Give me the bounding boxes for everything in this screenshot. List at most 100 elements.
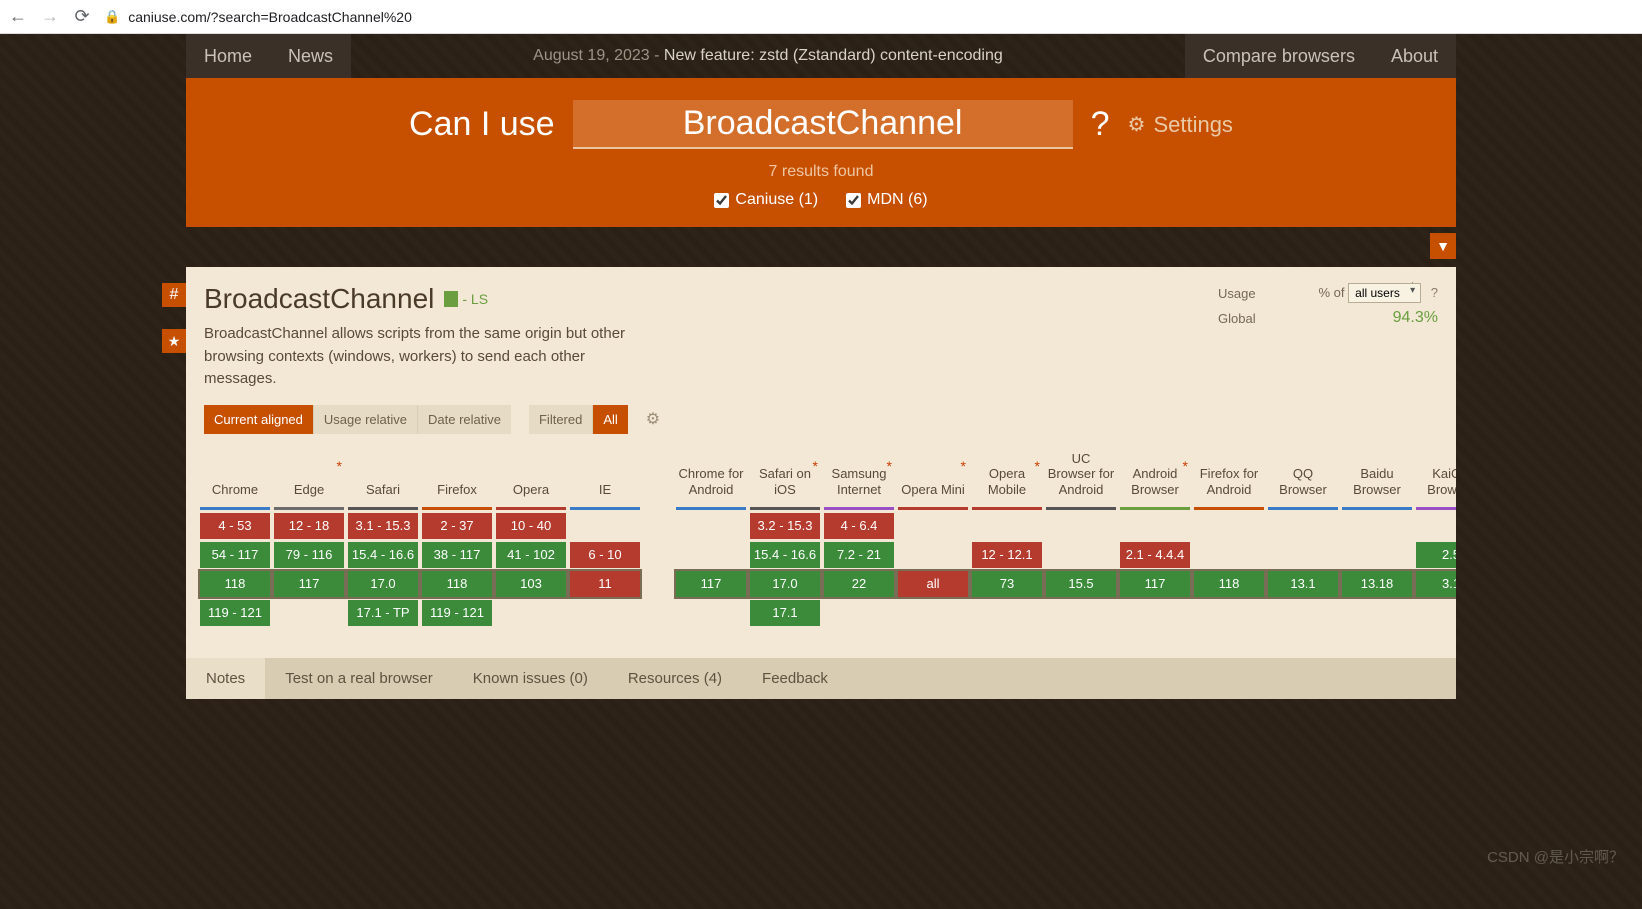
usage-select[interactable]: all users: [1348, 283, 1421, 303]
nav-compare[interactable]: Compare browsers: [1185, 34, 1373, 78]
version-cell[interactable]: 2 - 37: [422, 513, 492, 539]
tab-test[interactable]: Test on a real browser: [265, 658, 453, 699]
version-cell: [1268, 600, 1338, 626]
tab-feedback[interactable]: Feedback: [742, 658, 848, 699]
filter-mdn[interactable]: MDN (6): [846, 191, 927, 209]
version-cell[interactable]: 7.2 - 21: [824, 542, 894, 568]
browser-header[interactable]: Opera Mini*: [898, 444, 968, 504]
version-cell[interactable]: 4 - 6.4: [824, 513, 894, 539]
back-button[interactable]: ←: [8, 6, 28, 27]
browser-header[interactable]: Opera: [496, 444, 566, 504]
version-cell[interactable]: 38 - 117: [422, 542, 492, 568]
version-cell[interactable]: 4 - 53: [200, 513, 270, 539]
version-cell[interactable]: 15.4 - 16.6: [750, 542, 820, 568]
version-cell[interactable]: 73: [972, 571, 1042, 597]
version-cell[interactable]: 118: [1194, 571, 1264, 597]
browser-column: Chrome for Android 117: [676, 444, 746, 626]
tab-issues[interactable]: Known issues (0): [453, 658, 608, 699]
url-bar[interactable]: 🔒 caniuse.com/?search=BroadcastChannel%2…: [104, 9, 412, 25]
browser-header[interactable]: QQ Browser: [1268, 444, 1338, 504]
browser-header[interactable]: KaiOS Browser: [1416, 444, 1456, 504]
browser-header[interactable]: Chrome: [200, 444, 270, 504]
lock-icon: 🔒: [104, 9, 120, 25]
browser-header[interactable]: Firefox for Android: [1194, 444, 1264, 504]
version-cell[interactable]: 118: [422, 571, 492, 597]
browser-header[interactable]: Samsung Internet*: [824, 444, 894, 504]
forward-button[interactable]: →: [40, 6, 60, 27]
version-cell[interactable]: 11: [570, 571, 640, 597]
browser-header[interactable]: Safari: [348, 444, 418, 504]
reload-button[interactable]: ⟳: [72, 6, 92, 27]
version-cell[interactable]: 3.1: [1416, 571, 1456, 597]
nav-news[interactable]: News: [270, 34, 351, 78]
version-cell: [972, 513, 1042, 539]
version-cell[interactable]: 17.1: [750, 600, 820, 626]
btn-all[interactable]: All: [593, 405, 627, 434]
filter-icon[interactable]: ▼: [1430, 233, 1456, 259]
version-cell[interactable]: 41 - 102: [496, 542, 566, 568]
browser-header[interactable]: IE: [570, 444, 640, 504]
version-cell[interactable]: 117: [676, 571, 746, 597]
btn-current-aligned[interactable]: Current aligned: [204, 405, 314, 434]
hero-prefix: Can I use: [409, 105, 555, 144]
nav-home[interactable]: Home: [186, 34, 270, 78]
version-cell[interactable]: 12 - 12.1: [972, 542, 1042, 568]
filter-caniuse[interactable]: Caniuse (1): [714, 191, 818, 209]
usage-box: Usage % of all users ? Global 94.3%: [1218, 283, 1438, 333]
version-cell[interactable]: 22: [824, 571, 894, 597]
browser-header[interactable]: Chrome for Android: [676, 444, 746, 504]
version-cell[interactable]: 12 - 18: [274, 513, 344, 539]
browser-column: Safari 3.1 - 15.3 15.4 - 16.6 17.0 17.1 - TP: [348, 444, 418, 626]
version-cell[interactable]: 54 - 117: [200, 542, 270, 568]
news-bar[interactable]: August 19, 2023 - New feature: zstd (Zst…: [351, 47, 1185, 65]
global-pct: 94.3%: [1393, 309, 1438, 327]
browser-header[interactable]: UC Browser for Android: [1046, 444, 1116, 504]
version-cell[interactable]: 15.4 - 16.6: [348, 542, 418, 568]
browser-header[interactable]: Baidu Browser: [1342, 444, 1412, 504]
view-settings-icon[interactable]: ⚙: [646, 409, 660, 429]
browser-header[interactable]: Firefox: [422, 444, 492, 504]
btn-filtered[interactable]: Filtered: [529, 405, 593, 434]
version-cell[interactable]: 15.5: [1046, 571, 1116, 597]
version-cell[interactable]: 17.1 - TP: [348, 600, 418, 626]
version-cell[interactable]: 118: [200, 571, 270, 597]
version-cell[interactable]: 13.1: [1268, 571, 1338, 597]
version-cell[interactable]: 13.18: [1342, 571, 1412, 597]
hash-link[interactable]: #: [162, 283, 186, 307]
version-cell[interactable]: 3.1 - 15.3: [348, 513, 418, 539]
version-cell[interactable]: all: [898, 571, 968, 597]
version-cell: [824, 600, 894, 626]
browser-header[interactable]: Android Browser*: [1120, 444, 1190, 504]
settings-link[interactable]: ⚙ Settings: [1128, 112, 1233, 138]
version-cell[interactable]: 117: [1120, 571, 1190, 597]
ls-badge[interactable]: - LS: [444, 291, 488, 307]
version-cell[interactable]: 117: [274, 571, 344, 597]
nav-about[interactable]: About: [1373, 34, 1456, 78]
browser-header[interactable]: Edge*: [274, 444, 344, 504]
version-cell: [496, 600, 566, 626]
version-cell[interactable]: 17.0: [348, 571, 418, 597]
version-cell[interactable]: 3.2 - 15.3: [750, 513, 820, 539]
search-input[interactable]: [573, 100, 1073, 149]
tab-notes[interactable]: Notes: [186, 658, 265, 699]
btn-date-relative[interactable]: Date relative: [418, 405, 511, 434]
browser-header[interactable]: Safari on iOS*: [750, 444, 820, 504]
tab-resources[interactable]: Resources (4): [608, 658, 742, 699]
version-cell[interactable]: 2.1 - 4.4.4: [1120, 542, 1190, 568]
gear-icon: ⚙: [1128, 112, 1146, 137]
version-cell[interactable]: 2.5: [1416, 542, 1456, 568]
version-cell[interactable]: 103: [496, 571, 566, 597]
version-cell[interactable]: 119 - 121: [422, 600, 492, 626]
version-cell[interactable]: 10 - 40: [496, 513, 566, 539]
version-cell[interactable]: 17.0: [750, 571, 820, 597]
feature-panel: # ★ BroadcastChannel - LS BroadcastChann…: [186, 267, 1456, 699]
version-cell: [274, 600, 344, 626]
version-cell[interactable]: 119 - 121: [200, 600, 270, 626]
version-cell[interactable]: 6 - 10: [570, 542, 640, 568]
help-icon[interactable]: ?: [1431, 285, 1438, 300]
star-button[interactable]: ★: [162, 329, 186, 353]
version-cell: [972, 600, 1042, 626]
btn-usage-relative[interactable]: Usage relative: [314, 405, 418, 434]
browser-header[interactable]: Opera Mobile*: [972, 444, 1042, 504]
version-cell[interactable]: 79 - 116: [274, 542, 344, 568]
